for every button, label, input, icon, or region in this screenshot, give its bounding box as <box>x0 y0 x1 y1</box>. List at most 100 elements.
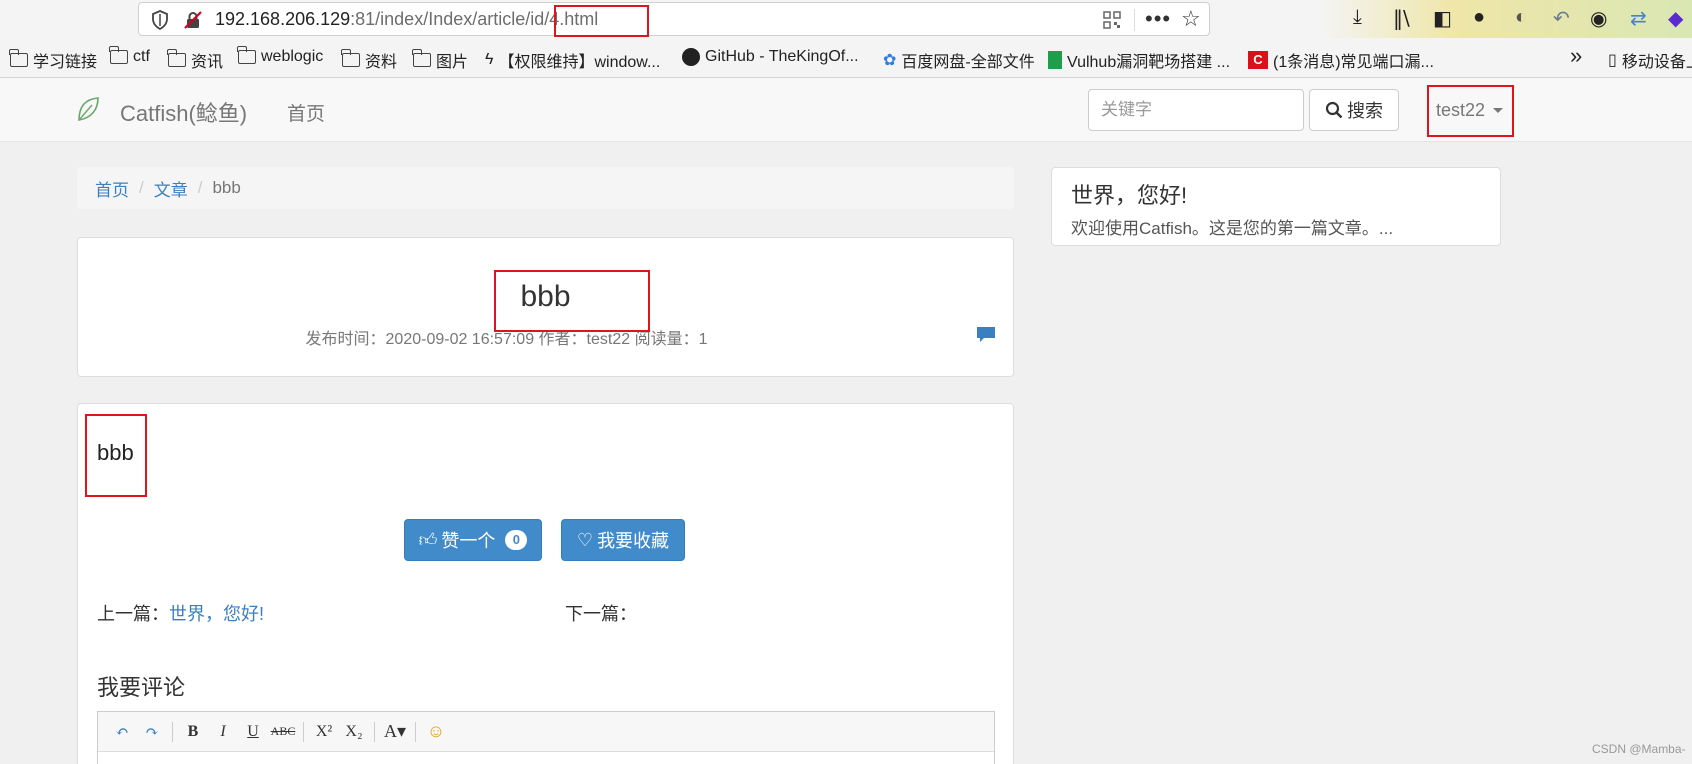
bookmark-folder[interactable]: 图片 <box>412 48 469 72</box>
sidebar-article-card[interactable]: 世界，您好! 欢迎使用Catfish。这是您的第一篇文章。... <box>1051 167 1501 246</box>
search-button-label: 搜索 <box>1347 101 1383 121</box>
site-icon: ϟ <box>485 51 494 68</box>
bookmark-label: 【权限维持】window... <box>498 54 661 71</box>
leaf-logo-icon[interactable] <box>76 96 100 122</box>
phone-icon: ▯ <box>1608 52 1617 69</box>
favorite-label: 我要收藏 <box>597 531 670 551</box>
brand-name[interactable]: Catfish(鲶鱼) <box>120 96 247 128</box>
comment-heading: 我要评论 <box>97 675 186 700</box>
watermark: CSDN @Mamba- <box>1592 742 1686 756</box>
emoji-icon[interactable]: ☺ <box>422 718 450 746</box>
breadcrumb-current: bbb <box>212 178 241 197</box>
article-meta: 发布时间：2020-09-02 16:57:09 作者：test22 阅读量：1 <box>305 331 708 348</box>
comment-editor[interactable]: ↶ ↷ B I U ABC X² X₂ A▾ ☺ <box>97 711 995 764</box>
italic-icon[interactable]: I <box>209 718 237 746</box>
like-button[interactable]: 👍︎ 赞一个 0 <box>404 519 542 561</box>
bookmark-label: ctf <box>133 48 150 65</box>
bookmark-link[interactable]: ϟ 【权限维持】window... <box>485 48 660 72</box>
baidu-icon: ✿ <box>883 52 897 69</box>
superscript-icon[interactable]: X² <box>310 718 338 746</box>
font-color-icon[interactable]: A▾ <box>381 718 409 746</box>
back-arrow-icon[interactable]: ↶ <box>1553 6 1570 31</box>
bookmark-label: 图片 <box>436 54 469 71</box>
bookmark-label: 资讯 <box>191 54 224 71</box>
nav-home-link[interactable]: 首页 <box>287 99 325 126</box>
sidebar-article-title[interactable]: 世界，您好! <box>1071 178 1187 210</box>
bookmark-label: 学习链接 <box>33 54 98 71</box>
underline-icon[interactable]: U <box>239 718 267 746</box>
extension-icon[interactable]: ◐ <box>1515 6 1527 29</box>
search-input[interactable] <box>1088 89 1304 131</box>
like-count-badge: 0 <box>505 530 528 550</box>
bookmark-link[interactable]: C (1条消息)常见端口漏... <box>1248 48 1434 72</box>
bookmarks-overflow-icon[interactable]: » <box>1570 43 1582 69</box>
insecure-lock-icon[interactable] <box>183 10 203 30</box>
like-label: 赞一个 <box>441 531 496 551</box>
shield-icon[interactable] <box>151 10 169 30</box>
bookmark-label: 资料 <box>365 54 398 71</box>
bookmark-label: Vulhub漏洞靶场搭建 ... <box>1067 54 1231 71</box>
sidebar-article-excerpt: 欢迎使用Catfish。这是您的第一篇文章。... <box>1071 219 1394 238</box>
bookmark-folder[interactable]: 资讯 <box>167 48 224 72</box>
mobile-bookmarks[interactable]: ▯移动设备上 <box>1608 48 1692 72</box>
sync-icon[interactable]: ⇄ <box>1630 6 1647 31</box>
bookmark-star-icon[interactable]: ☆ <box>1181 6 1201 32</box>
address-bar[interactable]: 192.168.206.129:81/index/Index/article/i… <box>138 2 1210 36</box>
account-icon[interactable]: ● <box>1473 6 1485 29</box>
user-dropdown[interactable]: test22 <box>1436 100 1504 121</box>
redo-icon[interactable]: ↷ <box>138 718 166 746</box>
divider <box>1134 9 1135 31</box>
bookmark-link[interactable]: ✿ 百度网盘-全部文件 <box>883 48 1035 72</box>
bookmark-folder[interactable]: ctf <box>109 46 150 66</box>
bookmark-link[interactable]: GitHub - TheKingOf... <box>682 48 859 66</box>
url-text[interactable]: 192.168.206.129:81/index/Index/article/i… <box>215 9 598 30</box>
strikethrough-icon[interactable]: ABC <box>269 718 297 746</box>
bookmark-label: GitHub - TheKingOf... <box>705 48 859 65</box>
heart-icon: ♡ <box>576 529 594 550</box>
search-icon <box>1325 101 1343 119</box>
download-icon[interactable]: ⤓ <box>1353 6 1362 29</box>
search-button[interactable]: 搜索 <box>1309 89 1399 131</box>
menu-extension-icon[interactable]: ◆ <box>1668 6 1683 31</box>
toolbar-divider <box>374 721 375 742</box>
breadcrumb-home[interactable]: 首页 <box>95 176 129 201</box>
next-article: 下一篇： <box>565 604 637 624</box>
csdn-icon: C <box>1248 51 1268 69</box>
url-host: 192.168.206.129 <box>215 9 351 29</box>
bookmark-folder[interactable]: 学习链接 <box>9 48 98 72</box>
folder-icon <box>167 49 186 67</box>
thumbs-up-icon: 👍︎ <box>418 530 438 550</box>
subscript-icon[interactable]: X₂ <box>340 718 368 746</box>
bookmark-label: 百度网盘-全部文件 <box>901 54 1035 71</box>
bookmark-label: 移动设备上 <box>1621 54 1692 71</box>
favorite-button[interactable]: ♡ 我要收藏 <box>561 519 685 561</box>
vulhub-icon <box>1048 51 1062 69</box>
bookmarks-toolbar: 学习链接 ctf 资讯 weblogic 资料 图片 ϟ 【权限维持】window… <box>0 38 1692 78</box>
prev-article: 上一篇：世界，您好! <box>97 600 264 626</box>
bookmark-label: (1条消息)常见端口漏... <box>1273 54 1434 71</box>
browser-toolbar: 192.168.206.129:81/index/Index/article/i… <box>0 0 1692 38</box>
folder-icon <box>412 49 431 67</box>
article-header-panel: bbb 发布时间：2020-09-02 16:57:09 作者：test22 阅… <box>77 237 1014 377</box>
comment-icon[interactable] <box>976 326 996 344</box>
undo-icon[interactable]: ↶ <box>108 718 136 746</box>
prev-article-link[interactable]: 世界，您好! <box>169 604 264 624</box>
bold-icon[interactable]: B <box>179 718 207 746</box>
url-path: :81/index/Index/article/id/4.html <box>350 9 599 29</box>
toolbar-divider <box>415 721 416 742</box>
library-icon[interactable]: ‖\ <box>1393 6 1410 30</box>
page-actions-icon[interactable]: ••• <box>1145 6 1171 32</box>
breadcrumb: 首页 / 文章 / bbb <box>77 167 1014 209</box>
bookmark-folder[interactable]: weblogic <box>237 46 323 66</box>
article-content-panel: bbb 👍︎ 赞一个 0 ♡ 我要收藏 上一篇：世界，您好! 下一篇： 我要评论… <box>77 403 1014 764</box>
article-title: bbb <box>520 280 571 313</box>
toolbar-divider <box>172 721 173 742</box>
bookmark-folder[interactable]: 资料 <box>341 48 398 72</box>
bookmark-link[interactable]: Vulhub漏洞靶场搭建 ... <box>1048 48 1230 72</box>
folder-icon <box>109 46 128 64</box>
sidebar-icon[interactable]: ◧ <box>1433 6 1452 31</box>
circle-extension-icon[interactable]: ◉ <box>1590 6 1607 31</box>
breadcrumb-articles[interactable]: 文章 <box>154 176 188 201</box>
qr-code-icon[interactable] <box>1103 11 1121 29</box>
folder-icon <box>341 49 360 67</box>
